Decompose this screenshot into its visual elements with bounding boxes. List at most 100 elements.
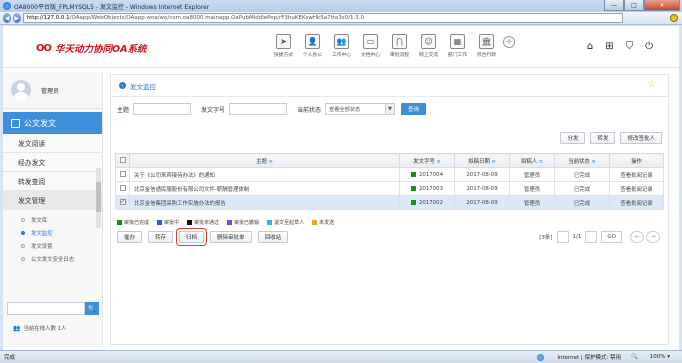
sidebar-item-manage[interactable]: 发文管理: [3, 191, 102, 210]
select-all-cell[interactable]: [115, 153, 130, 168]
minimize-button[interactable]: —: [604, 0, 624, 11]
urge-button[interactable]: 催办: [117, 231, 143, 243]
distribute-button[interactable]: 分发: [560, 132, 586, 144]
col-doc-no[interactable]: 发文字号 ≡: [399, 153, 455, 168]
paper-plane-icon: ➤: [276, 34, 291, 49]
sidebar-item-handled[interactable]: 经办发文: [3, 153, 102, 172]
topnav-chat[interactable]: ☺ 网上交流: [416, 34, 441, 58]
maximize-button[interactable]: □: [624, 0, 644, 11]
row-action-link[interactable]: 查看批阅记录: [609, 181, 664, 196]
select-all-checkbox[interactable]: [119, 157, 126, 164]
delete-approval-button[interactable]: 删除审批单: [210, 231, 252, 243]
archive-button[interactable]: 归档: [176, 228, 208, 246]
status-text: 完成: [4, 355, 16, 361]
home-icon[interactable]: ⌂: [587, 41, 593, 52]
change-approver-button[interactable]: 修改签批人: [620, 132, 662, 144]
sidebar-search-input[interactable]: [7, 302, 85, 315]
row-title[interactable]: 关于《公司来宾接待办法》的通知: [129, 167, 400, 182]
scrollbar-thumb[interactable]: [96, 182, 101, 212]
legend-item: 审批已完成: [117, 219, 149, 226]
sort-icon: ≡: [491, 158, 496, 165]
goto-input[interactable]: [585, 231, 598, 243]
table-row[interactable]: 北京金信通民服股份有限公司文件-薪酬管理体制 2017003 2017-08-0…: [115, 181, 664, 196]
forward-arrow-icon[interactable]: ▶: [12, 13, 21, 23]
prev-page-icon[interactable]: ←: [630, 231, 644, 243]
subitem-settings[interactable]: 发文设置: [3, 239, 102, 252]
next-page-icon[interactable]: →: [646, 231, 660, 243]
row-doc-no: 2017002: [399, 195, 455, 210]
window-title: OA8000平台版_FPLMYSQL5 - 发文监控 - Windows Int…: [14, 3, 210, 11]
sidebar-section-header[interactable]: 公文发文: [3, 112, 102, 134]
add-nav-icon[interactable]: +: [503, 36, 515, 48]
sidebar-scrollbar[interactable]: [96, 168, 101, 228]
subitem-monitor[interactable]: 发文监控: [3, 226, 102, 239]
legend-swatch: [267, 220, 273, 225]
sidebar-item-read[interactable]: 发文阅读: [3, 134, 102, 153]
building-icon: 🏛: [479, 34, 494, 49]
row-status: 已完成: [554, 167, 610, 182]
logo-name: 华天动力协同OA系统: [55, 44, 147, 55]
status-right: Internet | 保护模式: 禁用 🔍 100% ▾: [517, 353, 670, 361]
table-row[interactable]: 关于《公司来宾接待办法》的通知 2017004 2017-08-09 管理员 已…: [115, 167, 664, 182]
power-icon[interactable]: ⏻: [645, 41, 653, 52]
forward-button[interactable]: 转发: [590, 132, 616, 144]
sidebar-item-forward[interactable]: 转发查阅: [3, 172, 102, 191]
chat-icon: ☺: [421, 34, 436, 49]
table-row-selected[interactable]: 北京金信集团采购工作实施办法的报告 2017002 2017-08-09 管理员…: [115, 195, 664, 210]
col-status[interactable]: 当前状态 ≡: [554, 153, 610, 168]
topnav-work-center[interactable]: 👥 工作中心: [329, 34, 354, 58]
row-title[interactable]: 北京金信集团采购工作实施办法的报告: [129, 195, 400, 210]
online-users[interactable]: 👥 当前在线人数 1人: [13, 324, 66, 333]
row-action-link[interactable]: 查看批阅记录: [609, 195, 664, 210]
col-author[interactable]: 拟稿人 ≡: [509, 153, 555, 168]
record-count: [3条]: [539, 235, 553, 241]
query-button[interactable]: 查询: [401, 103, 427, 115]
back-arrow-icon[interactable]: ◀: [3, 13, 11, 23]
row-checkbox-checked[interactable]: [119, 198, 126, 206]
url-path: /OAapp/WebObjects/OAapp.woa/wo/com.oa800…: [69, 15, 365, 21]
grid-icon[interactable]: ⊞: [605, 41, 613, 52]
row-title[interactable]: 北京金信通民服股份有限公司文件-薪酬管理体制: [129, 181, 400, 196]
status-square-icon: [410, 199, 416, 205]
topnav-personal[interactable]: 👤 个人办公: [300, 34, 325, 58]
shirt-icon[interactable]: ⛉: [626, 41, 634, 52]
security-badge-icon[interactable]: [670, 14, 679, 22]
page-indicator: 1/1: [572, 234, 582, 240]
row-date: 2017-08-09: [454, 181, 510, 196]
status-select[interactable]: 查看全部状态 ▼: [325, 103, 396, 115]
subitem-library[interactable]: 发文库: [3, 213, 102, 226]
topnav-department[interactable]: ▦ 部门工作: [445, 34, 470, 58]
go-button[interactable]: GO: [601, 231, 622, 243]
subitem-security-log[interactable]: 公文发文安全日志: [3, 252, 102, 265]
sort-icon: ≡: [591, 158, 596, 165]
row-checkbox[interactable]: [119, 171, 126, 178]
topnav-approval[interactable]: ⋂ 审批流程: [387, 34, 412, 58]
topnav-admin[interactable]: 🏛 综合行政: [474, 34, 499, 58]
globe-icon: [537, 354, 545, 361]
url-field[interactable]: http://127.0.0.1/OAapp/WebObjects/OAapp.…: [22, 13, 623, 23]
topnav-docs[interactable]: ▭ 文档中心: [358, 34, 383, 58]
title-label: 主题: [117, 106, 130, 114]
bullet-icon: [21, 243, 25, 248]
recycle-bin-button[interactable]: 回收站: [257, 231, 289, 243]
star-icon[interactable]: ☆: [647, 79, 656, 90]
page-input[interactable]: [556, 231, 569, 243]
col-title[interactable]: 主题 ≡: [129, 153, 400, 168]
row-author: 管理员: [509, 181, 555, 196]
save-as-button[interactable]: 转存: [148, 231, 174, 243]
title-input[interactable]: [133, 103, 192, 115]
row-action-link[interactable]: 查看批阅记录: [609, 167, 664, 182]
search-icon[interactable]: 🔍: [85, 302, 99, 315]
topnav-shortcut[interactable]: ➤ 快捷方式: [271, 34, 296, 58]
zone-indicator[interactable]: Internet | 保护模式: 禁用: [527, 353, 621, 361]
top-actions: 分发 转发 修改签批人: [555, 132, 662, 144]
col-date[interactable]: 拟稿日期 ≡: [454, 153, 510, 168]
document-icon: [11, 118, 20, 128]
zoom-level[interactable]: 🔍 100% ▾: [631, 354, 670, 360]
row-checkbox[interactable]: [119, 185, 126, 192]
doc-no-input[interactable]: [229, 103, 288, 115]
ie-status-bar: 完成 Internet | 保护模式: 禁用 🔍 100% ▾: [0, 350, 682, 363]
legend-item: 审批已撤销: [227, 219, 259, 226]
people-icon: 👥: [334, 34, 349, 49]
close-button[interactable]: ✕: [644, 0, 680, 11]
